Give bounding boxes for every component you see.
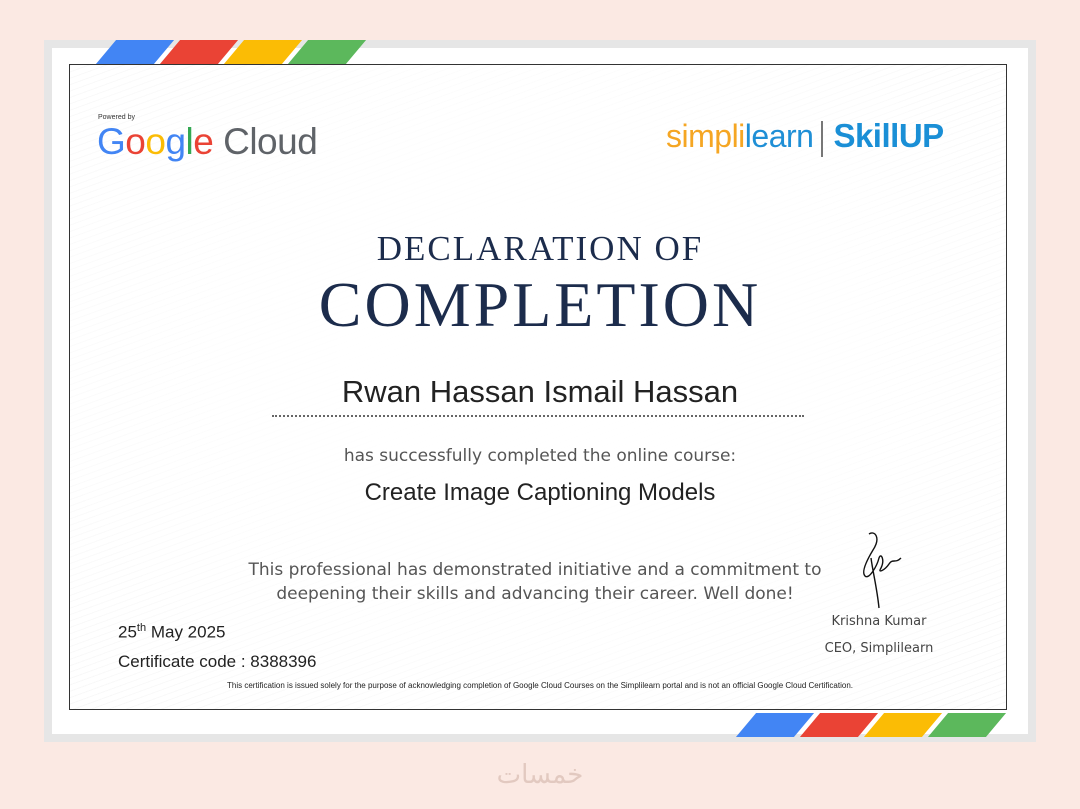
certificate-code: Certificate code : 8388396 xyxy=(118,652,317,671)
disclaimer-text: This certification is issued solely for … xyxy=(227,681,853,690)
color-stripes-bottom xyxy=(735,713,1007,737)
khamsat-watermark: خمسات xyxy=(496,760,584,790)
name-underline xyxy=(272,415,804,417)
certificate-title-line2: COMPLETION xyxy=(318,269,762,340)
simplilearn-skillup-logo: simplilearn SkillUP xyxy=(666,117,944,157)
color-stripes-top xyxy=(95,40,367,64)
google-cloud-logo: Google Cloud xyxy=(97,121,318,162)
recipient-name: Rwan Hassan Ismail Hassan xyxy=(341,374,739,409)
professional-message: This professional has demonstrated initi… xyxy=(248,560,822,604)
signer-name: Krishna Kumar xyxy=(831,614,927,629)
powered-by-label: Powered by xyxy=(98,114,135,121)
signer-title: CEO, Simplilearn xyxy=(824,641,934,656)
signature-image xyxy=(863,532,902,609)
completion-date: 25th May 2025 xyxy=(118,622,226,642)
skillup-arrow-icon: UP xyxy=(898,117,944,154)
completed-text: has successfully completed the online co… xyxy=(343,446,737,466)
certificate-title-line1: DECLARATION OF xyxy=(376,229,704,268)
course-name: Create Image Captioning Models xyxy=(364,479,716,506)
